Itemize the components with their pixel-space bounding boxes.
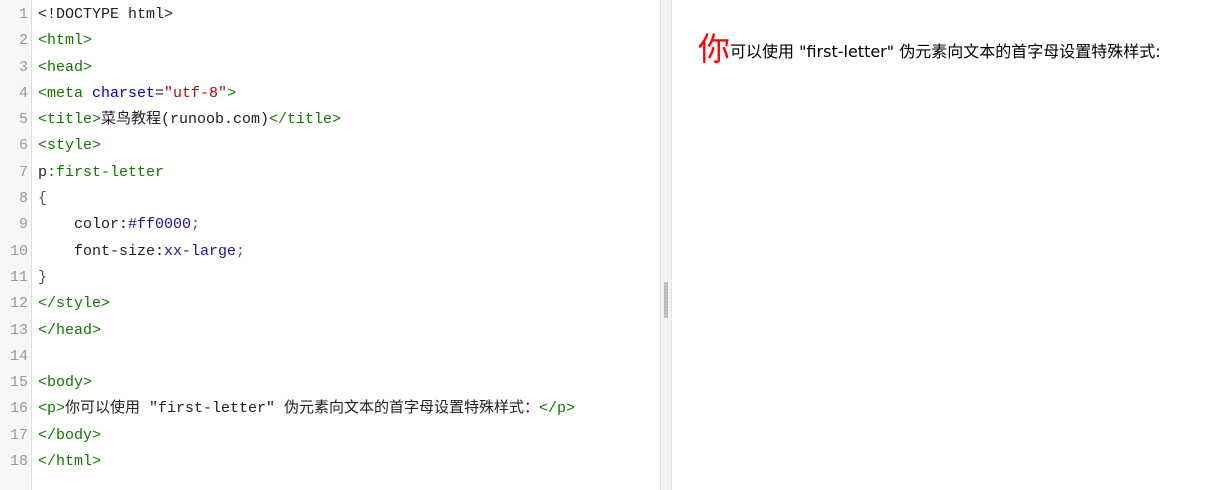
line-number: 4 bbox=[18, 84, 28, 102]
line-number: 14 bbox=[9, 347, 28, 365]
property-token: color: bbox=[74, 216, 129, 234]
preview-pane: 你可以使用 "first-letter" 伪元素向文本的首字母设置特殊样式: bbox=[672, 0, 1218, 490]
line-number: 9 bbox=[18, 216, 28, 234]
editor-preview-window: 1 2 3 4 5 6 7 8 9 10 11 12 13 14 15 16 1… bbox=[0, 0, 1218, 490]
tag-token: </p> bbox=[539, 400, 576, 418]
code-line-head-open[interactable]: <head> bbox=[38, 55, 660, 81]
tag-token: </head> bbox=[38, 321, 102, 339]
line-number: 13 bbox=[9, 321, 28, 339]
code-line-empty[interactable] bbox=[38, 344, 660, 370]
brace-token: } bbox=[38, 268, 48, 286]
code-line-head-close[interactable]: </head> bbox=[38, 318, 660, 344]
indent-token bbox=[38, 243, 74, 260]
tag-token: </title> bbox=[269, 111, 342, 129]
line-number: 6 bbox=[18, 137, 28, 155]
line-number: 2 bbox=[18, 32, 28, 50]
equals-token: = bbox=[155, 84, 165, 102]
code-line-html-close[interactable]: </html> bbox=[38, 449, 660, 475]
line-number: 8 bbox=[18, 190, 28, 208]
code-area[interactable]: <!DOCTYPE html> <html> <head> <meta char… bbox=[32, 0, 660, 490]
code-line-font-size-decl[interactable]: font-size:xx-large; bbox=[38, 239, 660, 265]
line-number: 11 bbox=[9, 268, 28, 286]
doctype-token: <!DOCTYPE html> bbox=[38, 6, 174, 23]
indent-token bbox=[38, 216, 74, 233]
tag-token: </style> bbox=[38, 295, 111, 313]
value-token: xx-large bbox=[164, 242, 237, 260]
line-number: 16 bbox=[9, 400, 28, 418]
tag-token: > bbox=[227, 84, 237, 102]
line-number-gutter: 1 2 3 4 5 6 7 8 9 10 11 12 13 14 15 16 1… bbox=[0, 0, 32, 490]
code-line-body-open[interactable]: <body> bbox=[38, 370, 660, 396]
code-line-style-close[interactable]: </style> bbox=[38, 291, 660, 317]
code-line-selector[interactable]: p:first-letter bbox=[38, 160, 660, 186]
code-editor[interactable]: 1 2 3 4 5 6 7 8 9 10 11 12 13 14 15 16 1… bbox=[0, 0, 660, 490]
preview-paragraph: 你可以使用 "first-letter" 伪元素向文本的首字母设置特殊样式: bbox=[698, 24, 1218, 70]
string-token: "utf-8" bbox=[164, 84, 228, 102]
line-number: 12 bbox=[9, 295, 28, 313]
line-number: 10 bbox=[9, 242, 28, 260]
line-number: 15 bbox=[9, 374, 28, 392]
line-number: 7 bbox=[18, 163, 28, 181]
code-line-html-open[interactable]: <html> bbox=[38, 28, 660, 54]
tag-token: <body> bbox=[38, 374, 93, 392]
semicolon-token: ; bbox=[191, 216, 201, 234]
tag-token: <head> bbox=[38, 58, 93, 76]
code-line-brace-close[interactable]: } bbox=[38, 265, 660, 291]
code-line-paragraph[interactable]: <p>你可以使用 "first-letter" 伪元素向文本的首字母设置特殊样式… bbox=[38, 396, 660, 422]
paragraph-text-token: 你可以使用 "first-letter" 伪元素向文本的首字母设置特殊样式： bbox=[65, 400, 540, 418]
line-number: 17 bbox=[9, 426, 28, 444]
title-text-token: 菜鸟教程(runoob.com) bbox=[101, 111, 270, 129]
code-line-style-open[interactable]: <style> bbox=[38, 133, 660, 159]
code-line-body-close[interactable]: </body> bbox=[38, 423, 660, 449]
tag-token: <p> bbox=[38, 400, 66, 418]
tag-token: <style> bbox=[38, 137, 102, 155]
semicolon-token: ; bbox=[236, 242, 246, 260]
pane-resize-handle[interactable] bbox=[660, 0, 672, 490]
line-number: 5 bbox=[18, 111, 28, 129]
code-line-color-decl[interactable]: color:#ff0000; bbox=[38, 212, 660, 238]
selector-token: p bbox=[38, 163, 48, 181]
code-line-meta[interactable]: <meta charset="utf-8"> bbox=[38, 81, 660, 107]
code-line-title[interactable]: <title>菜鸟教程(runoob.com)</title> bbox=[38, 107, 660, 133]
pseudo-element-token: :first-letter bbox=[47, 163, 165, 181]
line-number: 3 bbox=[18, 58, 28, 76]
preview-rest-text: 可以使用 "first-letter" 伪元素向文本的首字母设置特殊样式: bbox=[730, 42, 1161, 61]
line-number: 18 bbox=[9, 453, 28, 471]
tag-token: <meta bbox=[38, 84, 93, 102]
code-line-brace-open[interactable]: { bbox=[38, 186, 660, 212]
drag-grip-icon[interactable] bbox=[664, 282, 668, 318]
tag-token: <title> bbox=[38, 111, 102, 129]
tag-token: </body> bbox=[38, 426, 102, 444]
value-token: #ff0000 bbox=[128, 216, 192, 234]
first-letter-text: 你 bbox=[698, 30, 731, 68]
code-line-doctype[interactable]: <!DOCTYPE html> bbox=[38, 2, 660, 28]
brace-token: { bbox=[38, 190, 48, 208]
property-token: font-size: bbox=[74, 242, 165, 260]
line-number: 1 bbox=[18, 6, 28, 23]
tag-token: <html> bbox=[38, 32, 93, 50]
tag-token: </html> bbox=[38, 453, 102, 471]
attribute-token: charset bbox=[92, 84, 156, 102]
